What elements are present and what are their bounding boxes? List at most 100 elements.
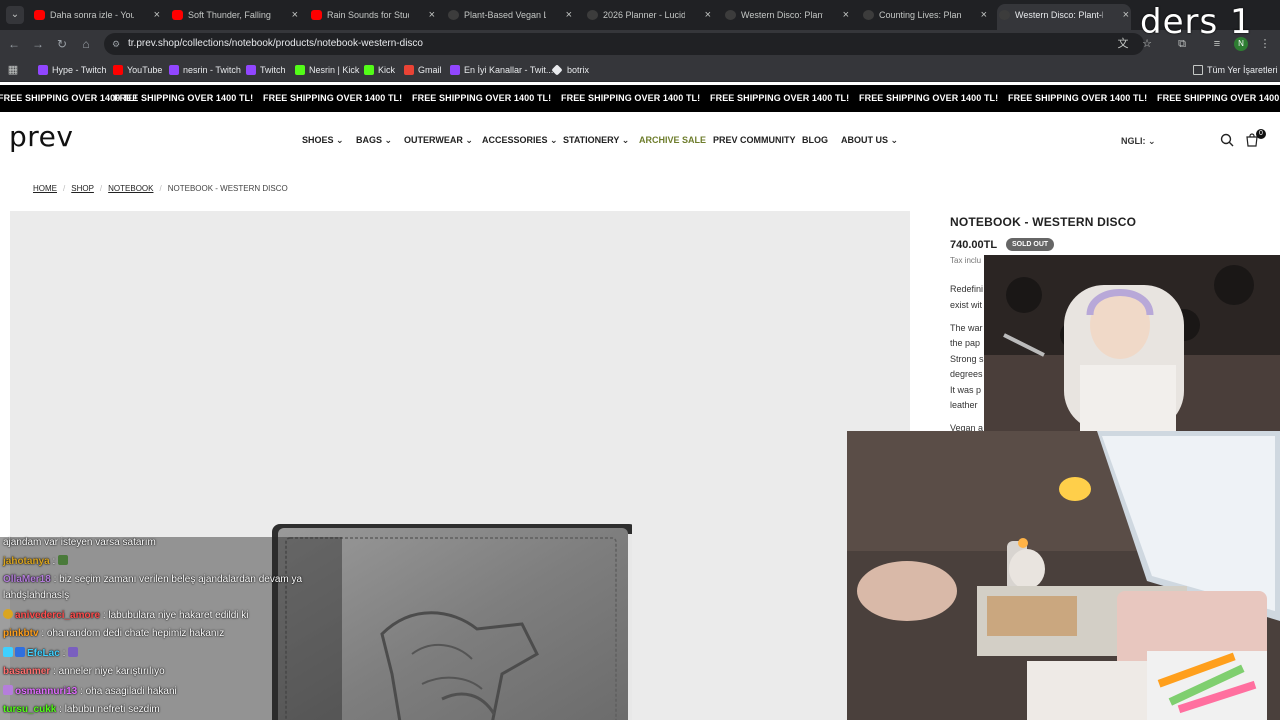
youtube-icon — [311, 10, 322, 20]
close-tab-icon[interactable]: × — [566, 4, 572, 26]
chat-message: ajandam var isteyen varsa satarım — [3, 537, 156, 548]
twitch-icon — [38, 65, 48, 75]
search-icon[interactable] — [1220, 133, 1234, 147]
product-price: 740.00TL — [950, 239, 998, 251]
description-line: Strong s — [950, 354, 984, 364]
browser-tab[interactable]: Counting Lives: Plant-Bas × — [861, 4, 989, 26]
browser-tab[interactable]: Rain Sounds for Studying × — [309, 4, 437, 26]
nav-item-archive-sale[interactable]: ARCHIVE SALE — [639, 135, 706, 145]
apps-grid-icon[interactable]: ▦ — [6, 63, 20, 77]
all-bookmarks-folder[interactable]: Tüm Yer İşaretleri — [1193, 63, 1278, 77]
close-tab-icon[interactable]: × — [981, 4, 987, 26]
nav-item-shoes[interactable]: SHOES ⌄ — [302, 135, 344, 146]
close-tab-icon[interactable]: × — [1123, 4, 1129, 26]
youtube-icon — [172, 10, 183, 20]
close-tab-icon[interactable]: × — [843, 4, 849, 26]
site-icon — [863, 10, 874, 20]
back-icon[interactable]: ← — [6, 36, 22, 52]
site-icon — [999, 10, 1010, 20]
shipping-text: FREE SHIPPING OVER 1400 TL! — [114, 93, 254, 103]
shipping-text: FREE SHIPPING OVER 1400 TL! — [710, 93, 850, 103]
breadcrumb-notebook[interactable]: NOTEBOOK — [108, 184, 153, 193]
chevron-down-icon: ⌄ — [336, 135, 344, 145]
chevron-down-icon: ⌄ — [465, 135, 473, 145]
nav-item-stationery[interactable]: STATIONERY ⌄ — [563, 135, 629, 146]
emote-icon — [58, 555, 69, 565]
menu-kebab-icon[interactable]: ⋮ — [1258, 37, 1272, 51]
language-selector[interactable]: NGLI: ⌄ — [1121, 136, 1156, 147]
bookmark-item[interactable]: nesrin - Twitch — [169, 63, 241, 77]
breadcrumb-home[interactable]: HOME — [33, 184, 57, 193]
kick-icon — [295, 65, 305, 75]
bookmark-item[interactable]: botrix — [551, 63, 589, 77]
translate-icon[interactable]: 文 — [1116, 37, 1130, 51]
tab-title: Rain Sounds for Studying — [327, 10, 409, 20]
shipping-text: FREE SHIPPING OVER 1400 TL! — [859, 93, 999, 103]
close-tab-icon[interactable]: × — [429, 4, 435, 26]
description-line: Redefini — [950, 284, 984, 294]
home-icon[interactable]: ⌂ — [78, 36, 94, 52]
nav-item-blog[interactable]: BLOG — [802, 135, 828, 145]
bookmark-item[interactable]: Nesrin | Kick — [295, 63, 359, 77]
breadcrumb-shop[interactable]: SHOP — [71, 184, 94, 193]
site-icon — [587, 10, 598, 20]
chat-message: osmannuri13 : oha asagiladi hakani — [3, 685, 177, 697]
tab-title: Plant-Based Vegan Leathe — [464, 10, 546, 20]
site-icon — [725, 10, 736, 20]
bookmarks-bar: ▦ Hype - Twitch YouTube nesrin - Twitch … — [0, 58, 1280, 82]
bookmark-item[interactable]: Kick — [364, 63, 395, 77]
description-line: the pap — [950, 338, 981, 348]
close-tab-icon[interactable]: × — [705, 4, 711, 26]
badge-icon — [3, 647, 13, 657]
bookmark-item[interactable]: En İyi Kanallar - Twit... — [450, 63, 553, 77]
store-logo[interactable]: prev — [9, 120, 73, 153]
browser-tab[interactable]: Soft Thunder, Falling Rain × — [170, 4, 300, 26]
browser-tab[interactable]: Daha sonra izle - YouTube × — [32, 4, 162, 26]
twitch-icon — [169, 65, 179, 75]
browser-tab-active[interactable]: Western Disco: Plant-Bas × — [997, 4, 1131, 30]
nav-item-outerwear[interactable]: OUTERWEAR ⌄ — [404, 135, 473, 146]
kick-icon — [364, 65, 374, 75]
browser-tab[interactable]: Plant-Based Vegan Leathe × — [446, 4, 574, 26]
shipping-text: FREE SHIPPING OVER 1400 TL! — [1008, 93, 1148, 103]
bookmark-item[interactable]: Hype - Twitch — [38, 63, 106, 77]
nav-item-prev-community[interactable]: PREV COMMUNITY — [713, 135, 796, 145]
chat-message: OllaMer18 : biz seçim zamanı verilen bel… — [3, 574, 303, 585]
bookmark-item[interactable]: Gmail — [404, 63, 442, 77]
browser-tab[interactable]: 2026 Planner - Lucid I Mo × — [585, 4, 713, 26]
botrix-icon — [551, 64, 563, 76]
description-line: exist wit — [950, 300, 983, 310]
address-bar[interactable]: ⚙ tr.prev.shop/collections/notebook/prod… — [104, 33, 1152, 55]
tab-title: 2026 Planner - Lucid I Mo — [603, 10, 685, 20]
description-line: leather — [950, 400, 978, 410]
nav-item-bags[interactable]: BAGS ⌄ — [356, 135, 392, 146]
chevron-down-icon: ⌄ — [384, 135, 393, 145]
close-tab-icon[interactable]: × — [154, 4, 160, 26]
tax-note: Tax inclu — [950, 256, 982, 265]
chat-message: EfeLac : — [3, 647, 80, 659]
shipping-text: FREE SHIPPING OVER 1400 TL! — [263, 93, 403, 103]
reload-icon[interactable]: ↻ — [54, 36, 70, 52]
url-text[interactable]: tr.prev.shop/collections/notebook/produc… — [128, 33, 423, 55]
sold-out-badge: SOLD OUT — [1006, 238, 1055, 251]
badge-icon — [3, 609, 13, 619]
nav-item-accessories[interactable]: ACCESSORIES ⌄ — [482, 135, 558, 146]
breadcrumb-current: NOTEBOOK - WESTERN DISCO — [167, 184, 288, 193]
browser-tab[interactable]: Western Disco: Plant-Base × — [723, 4, 851, 26]
bookmark-item[interactable]: YouTube — [113, 63, 162, 77]
gmail-icon — [404, 65, 414, 75]
site-icon — [448, 10, 459, 20]
stream-chat-overlay: ajandam var isteyen varsa satarım jahota… — [0, 537, 342, 720]
tab-search-button[interactable]: ⌄ — [6, 6, 24, 24]
forward-icon[interactable]: → — [30, 36, 46, 52]
streamer-webcam — [984, 255, 1280, 431]
stream-overlay-text: ders 1 — [1140, 2, 1253, 42]
close-tab-icon[interactable]: × — [292, 4, 298, 26]
bookmark-item[interactable]: Twitch — [246, 63, 286, 77]
shipping-text: FREE SHIPPING OVER 1400 TL! — [561, 93, 701, 103]
description-line: It was p — [950, 385, 982, 395]
chevron-down-icon: ⌄ — [621, 135, 630, 145]
shipping-text: FREE SHIPPING OVER 1400 TL! — [412, 93, 552, 103]
nav-item-about-us[interactable]: ABOUT US ⌄ — [841, 135, 898, 146]
site-info-icon[interactable]: ⚙ — [112, 39, 122, 49]
